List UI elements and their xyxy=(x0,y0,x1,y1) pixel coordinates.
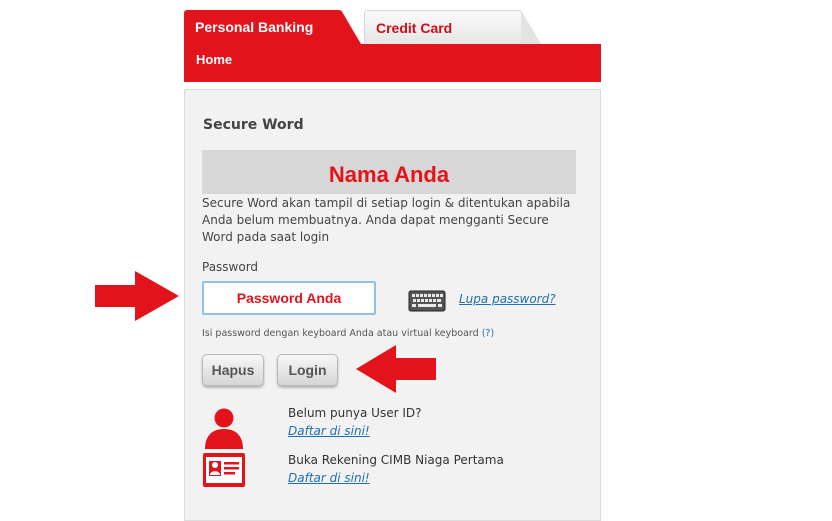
secure-word-box: Nama Anda xyxy=(202,150,576,194)
open-account-text: Buka Rekening CIMB Niaga Pertama xyxy=(288,453,504,467)
nav-bar: Home xyxy=(184,44,601,82)
password-input[interactable]: Password Anda xyxy=(202,281,376,315)
login-panel: Secure Word Nama Anda Secure Word akan t… xyxy=(184,89,601,521)
tab-credit-card-label: Credit Card xyxy=(376,20,453,36)
virtual-keyboard-icon[interactable] xyxy=(408,290,446,312)
forgot-password-link[interactable]: Lupa password? xyxy=(459,292,556,306)
secure-word-title: Secure Word xyxy=(203,117,304,133)
tab-personal-banking-label: Personal Banking xyxy=(195,19,314,35)
red-arrow-icon xyxy=(356,345,436,393)
keyboard-hint: Isi password dengan keyboard Anda atau v… xyxy=(202,328,494,339)
secure-word-description: Secure Word akan tampil di setiap login … xyxy=(202,196,571,244)
keyboard-hint-text: Isi password dengan keyboard Anda atau v… xyxy=(202,328,479,339)
nav-home-link[interactable]: Home xyxy=(196,52,232,67)
tab-personal-banking-corner xyxy=(341,10,361,44)
user-icon xyxy=(205,408,243,449)
open-account-link[interactable]: Daftar di sini! xyxy=(288,471,370,485)
id-card-icon xyxy=(203,453,245,487)
tab-personal-banking[interactable]: Personal Banking xyxy=(184,10,342,44)
red-arrow-icon xyxy=(95,271,179,321)
tab-credit-card-corner xyxy=(521,10,541,44)
register-link[interactable]: Daftar di sini! xyxy=(288,424,370,438)
help-icon[interactable]: (?) xyxy=(482,328,494,339)
tab-credit-card[interactable]: Credit Card xyxy=(364,10,522,44)
register-text: Belum punya User ID? xyxy=(288,406,422,420)
password-label: Password xyxy=(202,260,259,274)
login-button[interactable]: Login xyxy=(277,354,338,386)
clear-button[interactable]: Hapus xyxy=(202,354,264,386)
